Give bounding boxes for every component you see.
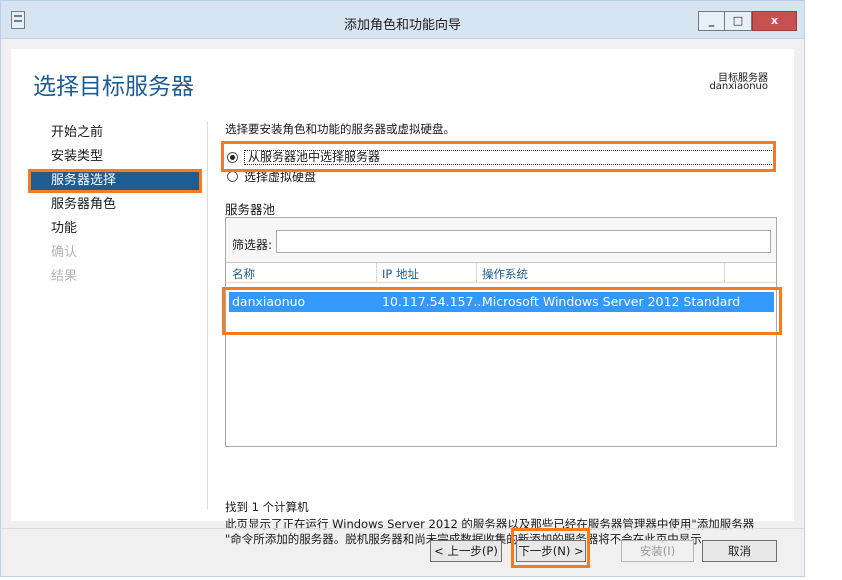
info-text-line: 此页显示了正在运行 Windows Server 2012 的服务器以及那些已经… xyxy=(225,517,755,531)
filter-label: 筛选器: xyxy=(232,238,273,252)
nav-item-installation-type[interactable]: 安装类型 xyxy=(28,145,202,169)
server-pool-box: 筛选器: 名称 IP 地址 操作系统 danxiaonuo 10.117.54.… xyxy=(222,217,782,447)
radio-button-unchecked[interactable] xyxy=(227,170,238,182)
server-pool-label: 服务器池 xyxy=(225,202,276,217)
nav-item-results: 结果 xyxy=(51,269,78,284)
nav-item-features[interactable]: 功能 xyxy=(28,217,202,241)
nav-item-server-roles[interactable]: 服务器角色 xyxy=(28,193,202,217)
nav-item-server-selection[interactable]: 服务器选择 xyxy=(28,169,202,193)
filter-input[interactable] xyxy=(276,230,771,253)
cancel-button[interactable]: 取消 xyxy=(702,540,777,562)
minimize-button[interactable]: _ xyxy=(698,11,725,31)
table-header: 名称 IP 地址 操作系统 xyxy=(226,263,776,283)
instruction-text: 选择要安装角色和功能的服务器或虚拟硬盘。 xyxy=(225,122,455,136)
server-table: 名称 IP 地址 操作系统 danxiaonuo 10.117.54.157..… xyxy=(222,262,782,446)
wizard-nav: 开始之前 安装类型 服务器选择 服务器角色 功能 确认 结果 xyxy=(28,121,202,289)
page-title: 选择目标服务器 xyxy=(33,74,194,100)
column-header-name[interactable]: 名称 xyxy=(232,266,255,282)
highlight-box-row xyxy=(222,287,782,335)
column-header-os[interactable]: 操作系统 xyxy=(482,266,528,282)
destination-server-name: danxiaonuo xyxy=(709,81,768,92)
highlight-box-next xyxy=(511,528,590,568)
window-title: 添加角色和功能向导 xyxy=(343,18,461,33)
wizard-content: 选择目标服务器 目标服务器 danxiaonuo 开始之前 安装类型 服务器选择… xyxy=(11,49,794,546)
highlight-box-radio xyxy=(221,141,776,172)
found-count-text: 找到 1 个计算机 xyxy=(225,500,309,514)
nav-item-before-you-begin[interactable]: 开始之前 xyxy=(28,121,202,145)
footer-divider xyxy=(1,528,804,529)
maximize-button[interactable]: □ xyxy=(725,11,752,31)
install-button: 安装(I) xyxy=(621,540,694,562)
column-separator[interactable] xyxy=(476,263,477,283)
previous-button[interactable]: < 上一步(P) xyxy=(430,540,502,562)
nav-divider xyxy=(207,121,208,509)
title-bar[interactable]: 添加角色和功能向导 _ □ x xyxy=(1,1,804,39)
column-separator[interactable] xyxy=(376,263,377,283)
close-button[interactable]: x xyxy=(752,11,797,31)
column-header-ip[interactable]: IP 地址 xyxy=(382,266,419,282)
wizard-window: 添加角色和功能向导 _ □ x 选择目标服务器 目标服务器 danxiaonuo… xyxy=(0,0,805,577)
nav-item-confirmation: 确认 xyxy=(51,245,78,260)
column-separator[interactable] xyxy=(724,263,725,283)
